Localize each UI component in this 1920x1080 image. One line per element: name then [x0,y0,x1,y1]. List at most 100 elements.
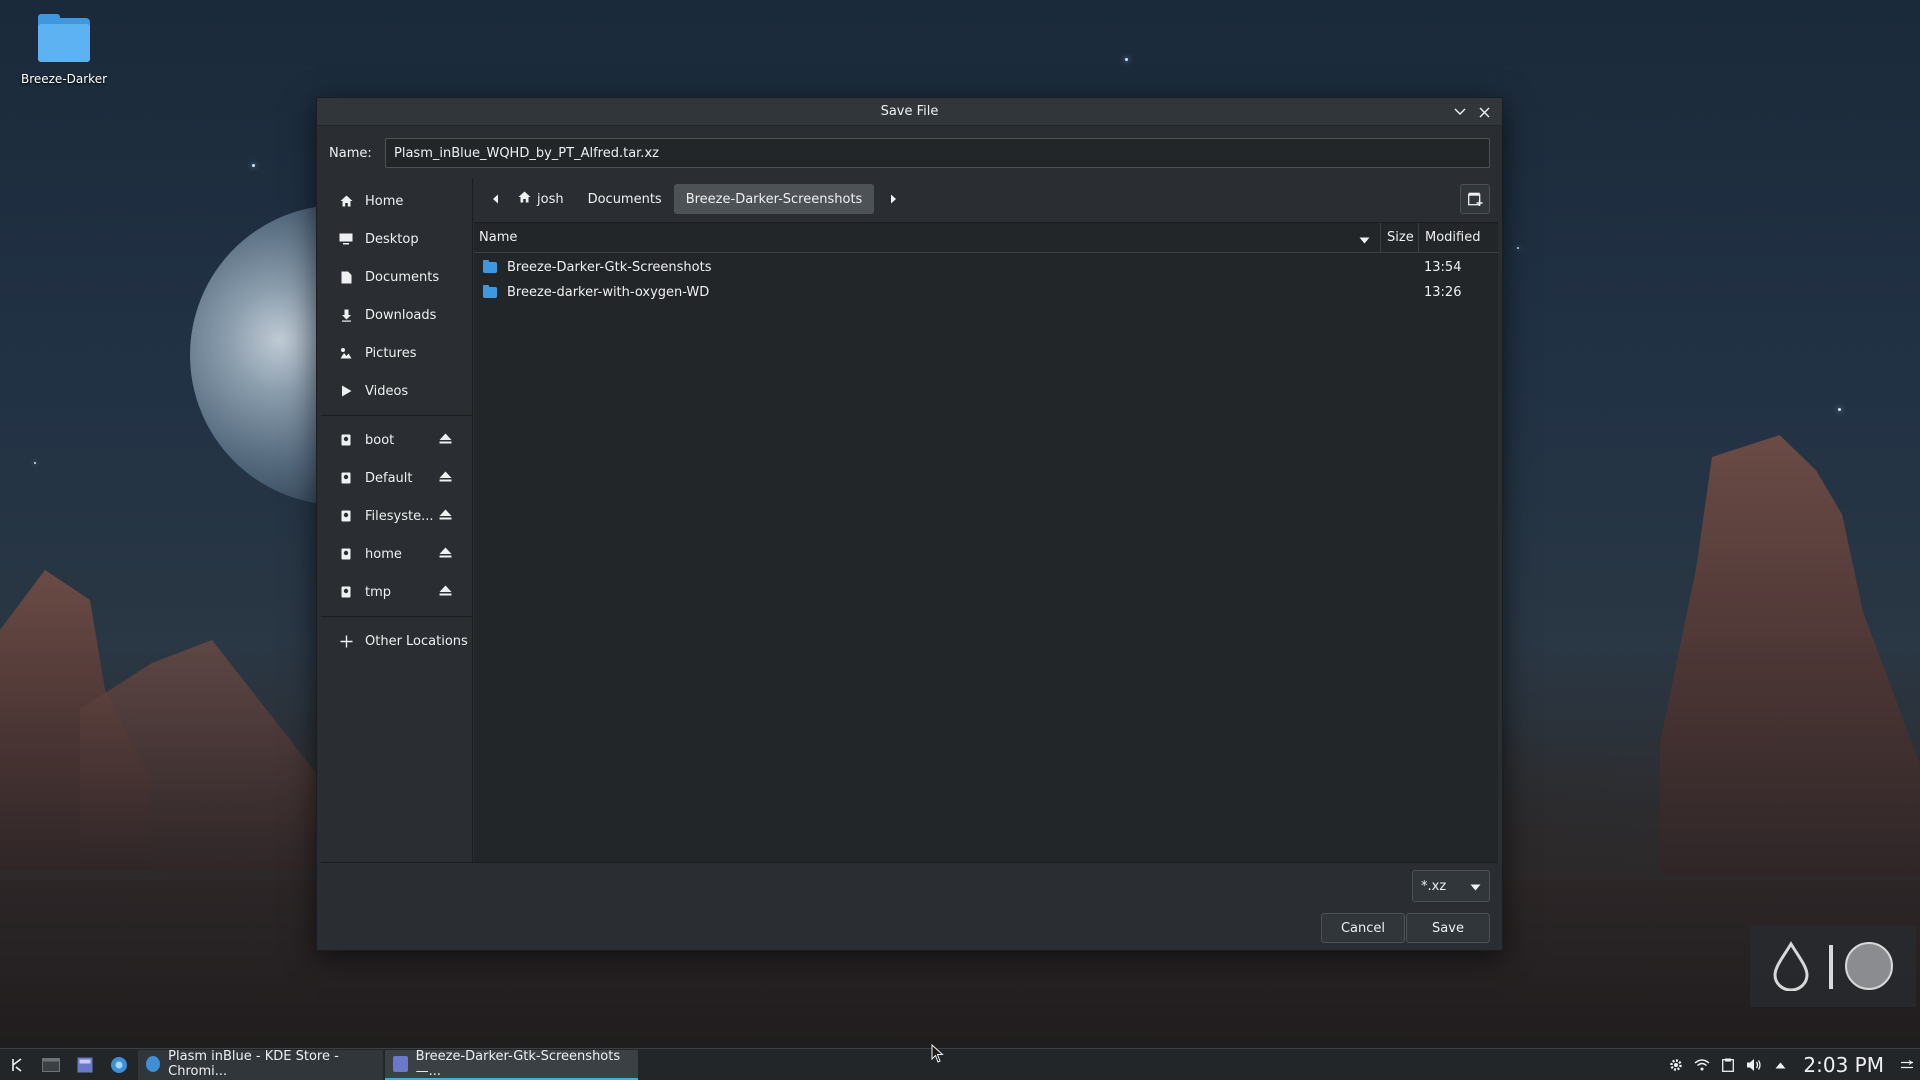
sidebar-item-documents[interactable]: Documents [321,258,472,296]
star [34,462,36,464]
sidebar-item-home[interactable]: Home [321,182,472,220]
minimize-button[interactable] [1450,102,1470,122]
file-manager-icon [77,1057,93,1072]
sidebar-item-device[interactable]: boot [321,421,472,459]
terminal-launcher[interactable] [34,1049,68,1080]
sidebar-item-videos[interactable]: Videos [321,372,472,410]
column-header-modified[interactable]: Modified [1418,223,1498,252]
home-icon [337,195,355,207]
droplet-icon [1773,941,1809,991]
file-name-input[interactable] [385,138,1490,168]
eject-icon[interactable] [439,547,452,562]
sidebar-item-label: Home [365,193,404,209]
dialog-titlebar[interactable]: Save File [317,98,1502,126]
name-row: Name: [329,138,1490,168]
sidebar-item-label: Other Locations [365,633,468,649]
drive-icon [337,548,355,560]
name-label: Name: [329,145,372,161]
download-icon [337,309,355,322]
rock-formation-left-2 [80,640,320,870]
file-list: Name Size Modified Breeze-Darker-Gtk-Scr… [474,222,1498,862]
clock[interactable]: 2:03 PM [1793,1053,1894,1077]
browser-icon [111,1056,127,1073]
path-back-button[interactable] [484,184,506,214]
column-name-label: Name [479,230,518,245]
plus-icon [337,635,355,648]
path-bar: josh Documents Breeze-Darker-Screenshots [474,178,1498,220]
drive-icon [337,510,355,522]
breadcrumb-home[interactable]: josh [506,184,576,214]
create-folder-button[interactable] [1460,184,1490,214]
filter-value: *.xz [1421,878,1447,894]
column-header-name[interactable]: Name [474,223,1380,252]
save-file-dialog: Save File Name: Home Desktop [316,97,1503,951]
sidebar-item-device[interactable]: Filesyste... [321,497,472,535]
volume-icon[interactable] [1741,1049,1767,1080]
sidebar-item-label: Default [365,470,413,486]
sidebar-item-label: home [365,546,402,562]
taskbar-task-chromium[interactable]: Plasm inBlue - KDE Store - Chromi... [138,1048,383,1080]
terminal-icon [42,1057,60,1072]
mouse-cursor-icon [931,1044,944,1063]
browser-launcher[interactable] [102,1049,136,1080]
system-tray: 2:03 PM [1663,1049,1920,1080]
sidebar-item-label: Pictures [365,345,417,361]
tray-expand-arrow-icon[interactable] [1767,1049,1793,1080]
folder-icon [483,285,497,298]
sidebar-item-device[interactable]: tmp [321,573,472,611]
breadcrumb-documents[interactable]: Documents [576,184,674,214]
sidebar-item-device[interactable]: home [321,535,472,573]
breadcrumb-current[interactable]: Breeze-Darker-Screenshots [673,184,875,214]
save-button[interactable]: Save [1406,913,1490,943]
desktop-icon [337,233,355,245]
file-modified: 13:26 [1424,285,1462,300]
sidebar-item-pictures[interactable]: Pictures [321,334,472,372]
wifi-icon[interactable] [1689,1049,1715,1080]
eject-icon[interactable] [439,509,452,524]
drive-icon [337,472,355,484]
file-type-filter[interactable]: *.xz [1412,870,1490,902]
sidebar-item-device[interactable]: Default [321,459,472,497]
close-icon [1479,107,1489,117]
sidebar-separator [321,616,472,617]
eject-icon[interactable] [439,585,452,600]
panel-config-icon[interactable] [1894,1049,1920,1080]
sidebar-item-label: tmp [365,584,392,600]
sidebar-item-desktop[interactable]: Desktop [321,220,472,258]
taskbar-task-file-manager[interactable]: Breeze-Darker-Gtk-Screenshots —... [385,1049,638,1080]
chevron-right-icon [890,194,896,204]
file-modified: 13:54 [1424,260,1462,275]
sidebar-item-downloads[interactable]: Downloads [321,296,472,334]
path-forward-button[interactable] [882,184,904,214]
sidebar-separator [321,415,472,416]
file-row[interactable]: Breeze-Darker-Gtk-Screenshots 13:54 [474,255,1498,280]
column-header-size[interactable]: Size [1380,223,1418,252]
drive-icon [337,586,355,598]
cancel-button[interactable]: Cancel [1321,913,1405,943]
eject-icon[interactable] [439,471,452,486]
eject-icon[interactable] [439,433,452,448]
divider-bar [1829,945,1833,989]
chevron-down-icon [1470,880,1481,895]
taskbar: Plasm inBlue - KDE Store - Chromi... Bre… [0,1048,1920,1080]
desktop-widget[interactable] [1750,925,1916,1007]
file-manager-launcher[interactable] [68,1049,102,1080]
desktop-folder-breeze-darker[interactable]: Breeze-Darker [18,12,110,86]
application-launcher-button[interactable] [0,1049,34,1080]
sidebar-item-label: Filesyste... [365,508,434,524]
close-button[interactable] [1474,102,1494,122]
chevron-down-icon [1454,108,1466,115]
document-icon [337,271,355,284]
file-list-header: Name Size Modified [474,223,1498,253]
new-folder-icon [1467,192,1482,206]
star [1838,408,1841,411]
desktop-folder-label: Breeze-Darker [20,72,108,86]
file-row[interactable]: Breeze-darker-with-oxygen-WD 13:26 [474,280,1498,305]
settings-gear-icon[interactable] [1663,1049,1689,1080]
task-label: Plasm inBlue - KDE Store - Chromi... [168,1048,339,1079]
clipboard-icon[interactable] [1715,1049,1741,1080]
sidebar-item-label: Desktop [365,231,419,247]
file-name: Breeze-darker-with-oxygen-WD [507,285,710,300]
sidebar-item-other-locations[interactable]: Other Locations [321,622,472,660]
pictures-icon [337,347,355,359]
